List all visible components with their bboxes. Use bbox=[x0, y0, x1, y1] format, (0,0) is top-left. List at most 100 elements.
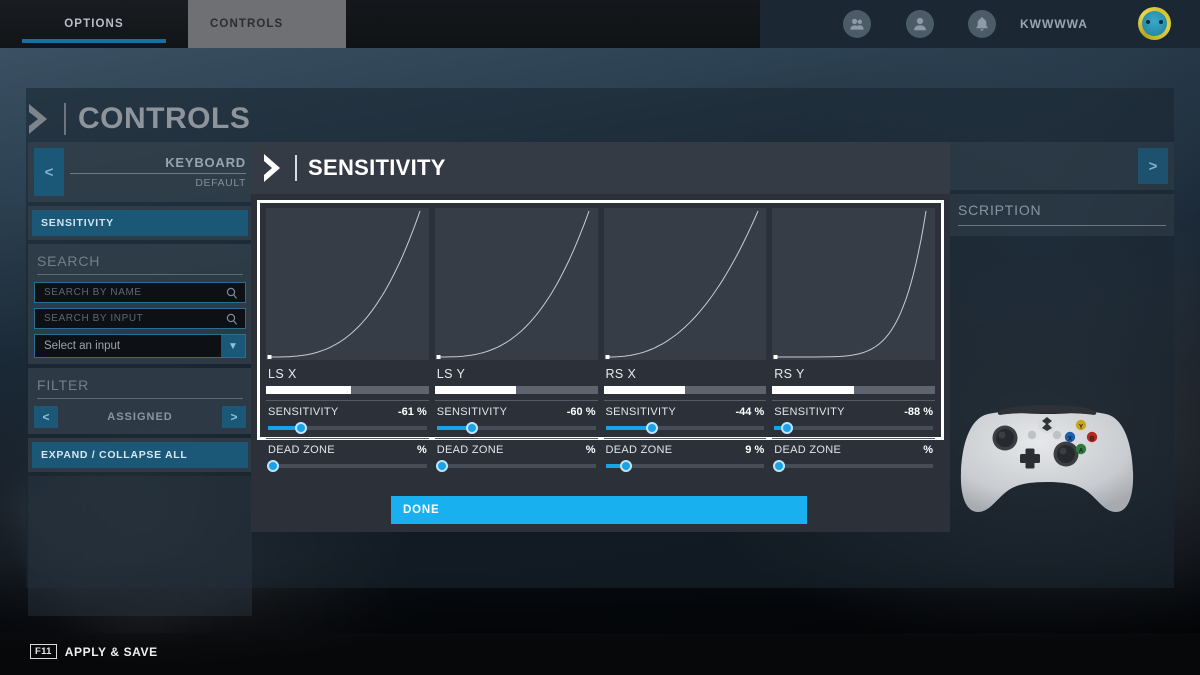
sensitivity-value: -88 % bbox=[904, 406, 933, 418]
search-by-input-placeholder: SEARCH BY INPUT bbox=[44, 313, 144, 324]
sensitivity-label: SENSITIVITY bbox=[268, 406, 339, 418]
bindings-list-empty-area bbox=[28, 476, 252, 616]
search-icon bbox=[226, 313, 238, 325]
tab-options[interactable]: OPTIONS bbox=[0, 0, 188, 48]
expand-collapse-all-button[interactable]: EXPAND / COLLAPSE ALL bbox=[32, 442, 248, 468]
chevron-right-icon bbox=[29, 104, 47, 134]
search-by-name-input[interactable]: SEARCH BY NAME bbox=[34, 282, 246, 303]
filter-row: < ASSIGNED > bbox=[34, 406, 246, 428]
modal-title: SENSITIVITY bbox=[295, 155, 446, 181]
svg-text:A: A bbox=[1079, 447, 1084, 454]
dead-zone-label: DEAD ZONE bbox=[268, 444, 335, 456]
dead-zone-slider[interactable] bbox=[773, 460, 933, 472]
slider-thumb[interactable] bbox=[780, 422, 793, 434]
sensitivity-label: SENSITIVITY bbox=[436, 406, 508, 418]
dead-zone-value: % bbox=[585, 444, 596, 456]
divider bbox=[37, 274, 243, 275]
chevron-down-icon[interactable]: ▼ bbox=[221, 335, 245, 357]
search-heading: SEARCH bbox=[37, 253, 101, 269]
search-by-input-input[interactable]: SEARCH BY INPUT bbox=[34, 308, 246, 329]
sensitivity-slider[interactable] bbox=[605, 422, 765, 434]
card-label: LS X bbox=[268, 367, 297, 381]
dead-zone-slider[interactable] bbox=[266, 460, 427, 472]
dead-zone-label: DEAD ZONE bbox=[774, 444, 842, 456]
modal-header: SENSITIVITY bbox=[251, 142, 950, 194]
sensitivity-control: SENSITIVITY -44 % bbox=[604, 401, 767, 438]
profile-text: KEYBOARD DEFAULT bbox=[70, 148, 246, 196]
dead-zone-slider[interactable] bbox=[605, 460, 765, 472]
svg-text:B: B bbox=[1090, 435, 1095, 442]
slider-thumb[interactable] bbox=[465, 422, 478, 434]
card-progress-bar bbox=[266, 386, 429, 394]
card-progress-bar bbox=[772, 386, 935, 394]
input-select[interactable]: Select an input ▼ bbox=[34, 334, 246, 358]
profile-selector-block: < KEYBOARD DEFAULT bbox=[28, 142, 252, 202]
sensitivity-slider[interactable] bbox=[774, 422, 933, 434]
sensitivity-curve-graph[interactable] bbox=[434, 208, 598, 360]
slider-thumb[interactable] bbox=[266, 460, 279, 472]
filter-prev-button[interactable]: < bbox=[34, 406, 58, 428]
slider-thumb[interactable] bbox=[295, 422, 308, 434]
slider-thumb[interactable] bbox=[620, 460, 633, 472]
sensitivity-card: RS X SENSITIVITY -44 % DEAD ZONE 9 % bbox=[600, 206, 770, 472]
apply-and-save-action[interactable]: F11 APPLY & SAVE bbox=[30, 644, 158, 659]
slider-thumb[interactable] bbox=[645, 422, 658, 434]
tab-controls[interactable]: CONTROLS bbox=[188, 0, 346, 48]
sensitivity-label: SENSITIVITY bbox=[605, 406, 677, 418]
sensitivity-control: SENSITIVITY -60 % bbox=[435, 401, 598, 438]
dead-zone-control: DEAD ZONE 9 % bbox=[604, 439, 767, 476]
filter-next-button[interactable]: > bbox=[222, 406, 246, 428]
notifications-bell-icon[interactable] bbox=[968, 10, 996, 38]
dead-zone-control: DEAD ZONE% bbox=[772, 439, 935, 476]
tab-options-label: OPTIONS bbox=[64, 18, 124, 30]
sensitivity-control: SENSITIVITY -61 % bbox=[266, 401, 429, 438]
screen-root: 37 OPTIONS CONTROLS KWWWWA CONTROLS bbox=[0, 0, 1200, 675]
right-panel: > SCRIPTION bbox=[950, 142, 1174, 236]
profile-icon[interactable] bbox=[906, 10, 934, 38]
page-title-bar: CONTROLS bbox=[26, 95, 250, 143]
slider-track bbox=[268, 464, 427, 468]
profile-row: < KEYBOARD DEFAULT bbox=[34, 148, 246, 196]
dead-zone-label: DEAD ZONE bbox=[436, 444, 504, 456]
avatar[interactable] bbox=[1138, 7, 1171, 40]
filter-block: FILTER < ASSIGNED > bbox=[28, 368, 252, 434]
friends-icon[interactable] bbox=[843, 10, 871, 38]
sensitivity-card: LS Y SENSITIVITY -60 % DEAD ZONE% bbox=[431, 206, 601, 472]
sensitivity-card: LS X SENSITIVITY -61 % DEAD ZONE% bbox=[263, 206, 432, 472]
avatar-face bbox=[1142, 11, 1167, 36]
done-button[interactable]: DONE bbox=[391, 496, 807, 524]
top-bar: OPTIONS CONTROLS KWWWWA bbox=[0, 0, 1200, 48]
sensitivity-curve-graph[interactable] bbox=[266, 208, 429, 360]
card-progress-fill bbox=[434, 386, 517, 394]
profile-name: KEYBOARD bbox=[70, 155, 246, 174]
description-panel: SCRIPTION bbox=[950, 194, 1174, 236]
sidebar: < KEYBOARD DEFAULT SENSITIVITY SEARCH SE… bbox=[28, 142, 252, 616]
filter-value: ASSIGNED bbox=[107, 411, 173, 423]
dead-zone-control: DEAD ZONE% bbox=[435, 439, 598, 476]
tab-controls-label: CONTROLS bbox=[210, 18, 284, 30]
sensitivity-slider[interactable] bbox=[436, 422, 596, 434]
card-label: RS X bbox=[605, 367, 637, 381]
sensitivity-label: SENSITIVITY bbox=[774, 406, 845, 418]
dead-zone-value: % bbox=[923, 444, 933, 456]
sensitivity-modal: SENSITIVITY LS X SENSITIVITY -61 % DEAD ZON… bbox=[251, 142, 950, 532]
sensitivity-slider[interactable] bbox=[268, 422, 427, 434]
profile-next-button[interactable]: > bbox=[1138, 148, 1168, 184]
sidebar-item-sensitivity[interactable]: SENSITIVITY bbox=[32, 210, 248, 236]
sensitivity-curve-graph[interactable] bbox=[603, 208, 767, 360]
sensitivity-card: RS Y SENSITIVITY -88 % DEAD ZONE% bbox=[769, 206, 938, 472]
card-progress-fill bbox=[266, 386, 351, 394]
card-label: RS Y bbox=[774, 367, 805, 381]
key-f11: F11 bbox=[30, 644, 57, 659]
card-progress-fill bbox=[772, 386, 854, 394]
sensitivity-curve-graph[interactable] bbox=[772, 208, 935, 360]
search-by-name-placeholder: SEARCH BY NAME bbox=[44, 287, 142, 298]
filter-heading: FILTER bbox=[37, 377, 89, 393]
dead-zone-slider[interactable] bbox=[435, 460, 596, 472]
profile-prev-button[interactable]: < bbox=[34, 148, 64, 196]
svg-text:Y: Y bbox=[1079, 423, 1084, 430]
slider-thumb[interactable] bbox=[435, 460, 448, 472]
card-progress-bar bbox=[434, 386, 598, 394]
sensitivity-value: -44 % bbox=[735, 406, 765, 418]
slider-thumb[interactable] bbox=[773, 460, 785, 472]
